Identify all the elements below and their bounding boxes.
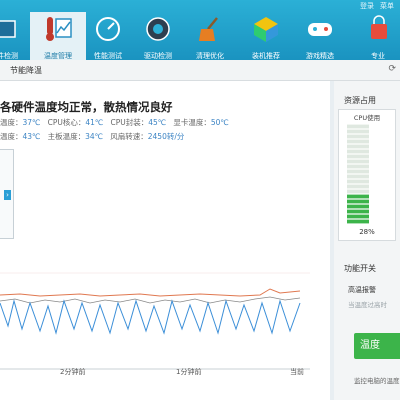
resource-panel: 资源占用 CPU使用 28% 功能开关 高温报警 当温度过高时 温度 监控电脑的… (334, 81, 400, 400)
cpu-segment-empty (347, 129, 369, 134)
tab-energy-saving[interactable]: 节能降温 (10, 65, 42, 76)
temp-label: 主板温度： (47, 132, 86, 141)
resource-title: 资源占用 (344, 96, 376, 105)
temperature-graph (0, 272, 310, 370)
cpu-segment-empty (347, 149, 369, 154)
cpu-usage-box: CPU使用 28% (338, 109, 396, 241)
cpu-segment-empty (347, 174, 369, 179)
x-axis-label: 2分钟前 (60, 368, 86, 376)
cpu-segment-filled (347, 199, 369, 204)
cpu-segment-empty (347, 189, 369, 194)
gamepad-icon (308, 23, 332, 36)
package-icon (254, 17, 278, 42)
cpu-segment-empty (347, 184, 369, 189)
cpu-usage-bar (347, 124, 369, 224)
function-switch-title: 功能开关 (344, 264, 376, 273)
broom-icon (199, 17, 218, 41)
temp-value: 45℃ (148, 118, 167, 127)
menu-button[interactable]: 菜单 (380, 1, 394, 11)
cpu-segment-filled (347, 214, 369, 219)
temp-label: 温度： (0, 132, 23, 141)
hardware-icon (0, 20, 16, 38)
high-temp-alarm-desc: 当温度过高时 (348, 301, 387, 309)
temp-label: 显卡温度： (173, 118, 211, 127)
cpu-segment-empty (347, 139, 369, 144)
high-temp-alarm-toggle[interactable]: 高温报警 (348, 285, 376, 295)
tool-driver[interactable]: 驱动检测 (130, 12, 186, 60)
cpu-segment-empty (347, 134, 369, 139)
temperature-line-gray (0, 296, 301, 304)
temp-value: 43℃ (22, 132, 41, 141)
temp-value: 41℃ (85, 118, 104, 127)
top-toolbar: 登录 菜单 硬件检测 温度管理 性能测试 驱动检测 (0, 0, 400, 60)
cpu-usage-percent: 28% (359, 228, 375, 236)
cpu-segment-empty (347, 169, 369, 174)
tool-hardware-check[interactable]: 硬件检测 (0, 12, 32, 60)
login-link[interactable]: 登录 (360, 1, 374, 11)
cpu-segment-filled (347, 209, 369, 214)
window-controls: 登录 菜单 (360, 0, 400, 12)
cpu-usage-caption: CPU使用 (353, 114, 381, 122)
tool-temperature[interactable]: 温度管理 (30, 12, 86, 60)
cpu-segment-empty (347, 154, 369, 159)
cpu-segment-empty (347, 124, 369, 129)
cpu-segment-filled (347, 219, 369, 224)
speedometer-icon (96, 17, 120, 41)
tool-pro[interactable]: 专业 (350, 12, 400, 60)
x-axis-label: 当前 (290, 368, 304, 376)
hardware-card: › (0, 149, 14, 239)
x-axis-label: 1分钟前 (176, 368, 202, 376)
status-headline: 各硬件温度均正常，散热情况良好 (0, 100, 173, 114)
driver-icon (146, 17, 170, 41)
temp-row-2: 温度：43℃ 主板温度：34℃ 风扇转速：2450转/分 (0, 131, 184, 142)
temp-row-1: 温度：37℃ CPU核心：41℃ CPU封装：45℃ 显卡温度：50℃ (0, 117, 229, 128)
footer-text: 监控电脑的温度 (354, 377, 400, 385)
sub-toolbar: 节能降温 ⟳ (0, 60, 400, 81)
temp-value: 34℃ (85, 132, 104, 141)
temperature-button[interactable]: 温度 (354, 333, 400, 359)
temp-label: CPU封装： (110, 118, 149, 127)
cpu-segment-empty (347, 144, 369, 149)
cpu-segment-filled (347, 204, 369, 209)
thermometer-icon (46, 17, 72, 41)
temp-value: 37℃ (22, 118, 41, 127)
tool-build-recommend[interactable]: 装机推荐 (238, 12, 294, 60)
cpu-segment-empty (347, 164, 369, 169)
tool-games[interactable]: 游戏精选 (292, 12, 348, 60)
expand-arrow-icon[interactable]: › (4, 190, 11, 200)
temperature-line-orange (0, 288, 301, 297)
cpu-segment-empty (347, 159, 369, 164)
cpu-segment-empty (347, 179, 369, 184)
temperature-panel: 各硬件温度均正常，散热情况良好 温度：37℃ CPU核心：41℃ CPU封装：4… (0, 81, 330, 400)
shopping-bag-icon (371, 15, 387, 39)
temp-value: 2450转/分 (147, 132, 185, 141)
temp-label: 温度： (0, 118, 23, 127)
temp-value: 50℃ (210, 118, 229, 127)
temp-label: CPU核心： (47, 118, 86, 127)
tool-performance[interactable]: 性能测试 (80, 12, 136, 60)
temperature-line-blue (0, 299, 301, 335)
tool-cleanup[interactable]: 清理优化 (182, 12, 238, 60)
refresh-icon[interactable]: ⟳ (388, 64, 396, 74)
temp-label: 风扇转速： (110, 132, 148, 141)
cpu-segment-filled (347, 194, 369, 199)
